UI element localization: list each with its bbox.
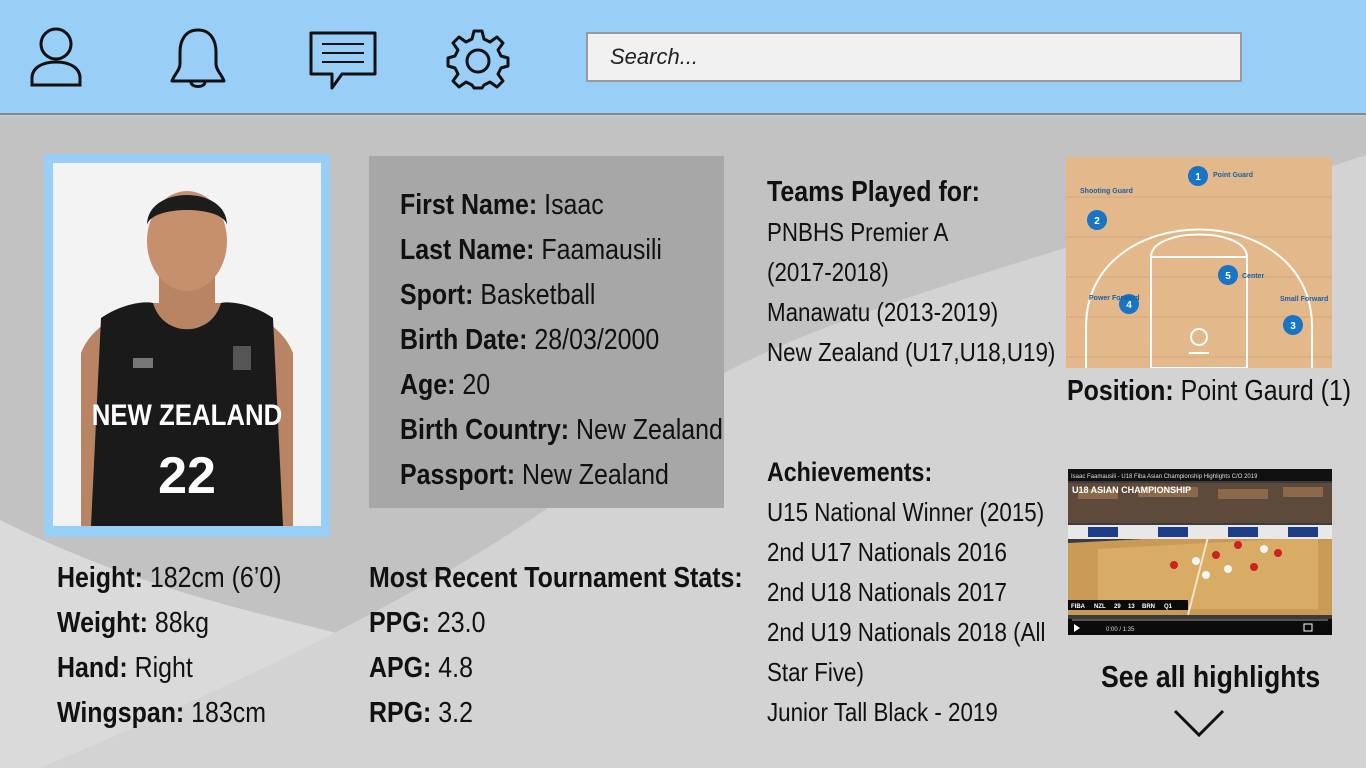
- score-team-b: NZL: [1094, 604, 1106, 610]
- achievement-line: 2nd U17 Nationals 2016: [767, 537, 1007, 567]
- court-label: Small Forward: [1280, 296, 1328, 303]
- score-team-a: FIBA: [1071, 604, 1086, 610]
- info-value: New Zealand: [521, 459, 669, 491]
- info-label: Sport:: [400, 279, 474, 311]
- court-label: Center: [1242, 273, 1264, 280]
- video-time: 0:00 / 1:35: [1106, 627, 1135, 633]
- info-value: New Zealand: [575, 414, 723, 446]
- weight-row: Weight: 88kg: [57, 601, 282, 646]
- height-row: Height: 182cm (6’0): [57, 556, 282, 601]
- info-label: Birth Country:: [400, 414, 570, 446]
- court-number: 3: [1290, 321, 1296, 332]
- body-stats: Height: 182cm (6’0) Weight: 88kg Hand: R…: [57, 556, 318, 736]
- wingspan-value: 183cm: [191, 697, 267, 729]
- info-value: Basketball: [480, 279, 596, 311]
- stat-value: 4.8: [438, 652, 473, 684]
- search-input[interactable]: [586, 32, 1242, 82]
- court-number: 5: [1225, 271, 1231, 282]
- info-value: Faamausili: [541, 234, 662, 266]
- profile-content: NEW ZEALAND 22 Height: 182cm (6’0) Weigh…: [0, 117, 1366, 768]
- stat-row: PPG: 23.0: [369, 601, 743, 646]
- info-label: First Name:: [400, 189, 538, 221]
- info-value: Isaac: [544, 189, 604, 221]
- hand-label: Hand:: [57, 652, 128, 684]
- player-photo-illustration: NEW ZEALAND 22: [53, 163, 321, 526]
- info-label: Birth Date:: [400, 324, 528, 356]
- court-number: 2: [1094, 216, 1100, 227]
- tournament-stats: Most Recent Tournament Stats: PPG: 23.0 …: [369, 556, 804, 736]
- info-label: Last Name:: [400, 234, 535, 266]
- info-row: Sport: Basketball: [400, 273, 723, 318]
- photo-frame: NEW ZEALAND 22: [44, 154, 330, 537]
- court-diagram: 1 2 3 4 5 Point Guard Shooting Guard Sma…: [1066, 157, 1332, 368]
- teams-heading: Teams Played for:: [767, 176, 980, 208]
- court-number: 1: [1195, 172, 1201, 183]
- hand-value: Right: [134, 652, 193, 684]
- achievement-line: 2nd U19 Nationals 2018 (All: [767, 617, 1046, 647]
- stat-label: RPG:: [369, 697, 432, 729]
- height-label: Height:: [57, 562, 143, 594]
- position-label: Position:: [1067, 375, 1174, 407]
- team-line: New Zealand (U17,U18,U19): [767, 337, 1056, 367]
- stat-value: 3.2: [438, 697, 473, 729]
- stat-value: 23.0: [436, 607, 486, 639]
- info-row: First Name: Isaac: [400, 183, 723, 228]
- top-bar: [0, 0, 1366, 115]
- achievement-line: Junior Tall Black - 2019: [767, 697, 998, 727]
- achievement-line: Star Five): [767, 657, 864, 687]
- jersey-team: NEW ZEALAND: [92, 398, 283, 431]
- position-row: Position: Point Gaurd (1): [1067, 371, 1351, 411]
- team-line: PNBHS Premier A: [767, 217, 949, 247]
- chevron-down-icon[interactable]: [1172, 708, 1226, 745]
- court-label: Shooting Guard: [1080, 188, 1133, 195]
- info-row: Birth Date: 28/03/2000: [400, 318, 723, 363]
- achievements-heading: Achievements:: [767, 457, 933, 487]
- stat-label: APG:: [369, 652, 432, 684]
- hand-row: Hand: Right: [57, 646, 282, 691]
- tournament-heading: Most Recent Tournament Stats:: [369, 562, 743, 594]
- info-row: Age: 20: [400, 363, 723, 408]
- court-label: Power Forward: [1089, 295, 1140, 302]
- teams-played: Teams Played for: PNBHS Premier A (2017-…: [767, 172, 1102, 372]
- height-value: 182cm (6’0): [149, 562, 282, 594]
- score-a: 29: [1114, 604, 1121, 610]
- achievement-line: 2nd U18 Nationals 2017: [767, 577, 1007, 607]
- court-label: Point Guard: [1213, 172, 1253, 179]
- score-team-c: BRN: [1142, 604, 1155, 610]
- video-title: Isaac Faamausili - U18 Fiba Asian Champi…: [1071, 474, 1258, 480]
- wingspan-label: Wingspan:: [57, 697, 185, 729]
- see-all-highlights-link[interactable]: See all highlights: [1101, 655, 1320, 699]
- info-row: Passport: New Zealand: [400, 453, 723, 498]
- gear-icon[interactable]: [446, 28, 510, 90]
- achievements: Achievements: U15 National Winner (2015)…: [767, 452, 1091, 732]
- user-icon[interactable]: [28, 24, 84, 88]
- wingspan-row: Wingspan: 183cm: [57, 691, 282, 736]
- info-label: Age:: [400, 369, 456, 401]
- stat-label: PPG:: [369, 607, 430, 639]
- weight-label: Weight:: [57, 607, 148, 639]
- score-period: Q1: [1164, 604, 1173, 610]
- info-label: Passport:: [400, 459, 516, 491]
- personal-info-box: First Name: Isaac Last Name: Faamausili …: [369, 156, 724, 508]
- bell-icon[interactable]: [168, 26, 228, 92]
- weight-value: 88kg: [154, 607, 209, 639]
- team-line: Manawatu (2013-2019): [767, 297, 999, 327]
- info-row: Last Name: Faamausili: [400, 228, 723, 273]
- info-value: 20: [462, 369, 491, 401]
- position-value: Point Gaurd (1): [1180, 375, 1352, 407]
- jersey-number: 22: [158, 447, 216, 505]
- achievement-line: U15 National Winner (2015): [767, 497, 1045, 527]
- info-row: Birth Country: New Zealand: [400, 408, 723, 453]
- team-line: (2017-2018): [767, 257, 889, 287]
- score-b: 13: [1128, 604, 1135, 610]
- video-overlay: U18 ASIAN CHAMPIONSHIP: [1072, 485, 1191, 495]
- stat-row: RPG: 3.2: [369, 691, 743, 736]
- player-photo: NEW ZEALAND 22: [53, 163, 321, 526]
- message-icon[interactable]: [308, 30, 378, 92]
- stat-row: APG: 4.8: [369, 646, 743, 691]
- highlight-video[interactable]: Isaac Faamausili - U18 Fiba Asian Champi…: [1068, 469, 1332, 635]
- personal-info-list: First Name: Isaac Last Name: Faamausili …: [400, 183, 775, 498]
- info-value: 28/03/2000: [534, 324, 660, 356]
